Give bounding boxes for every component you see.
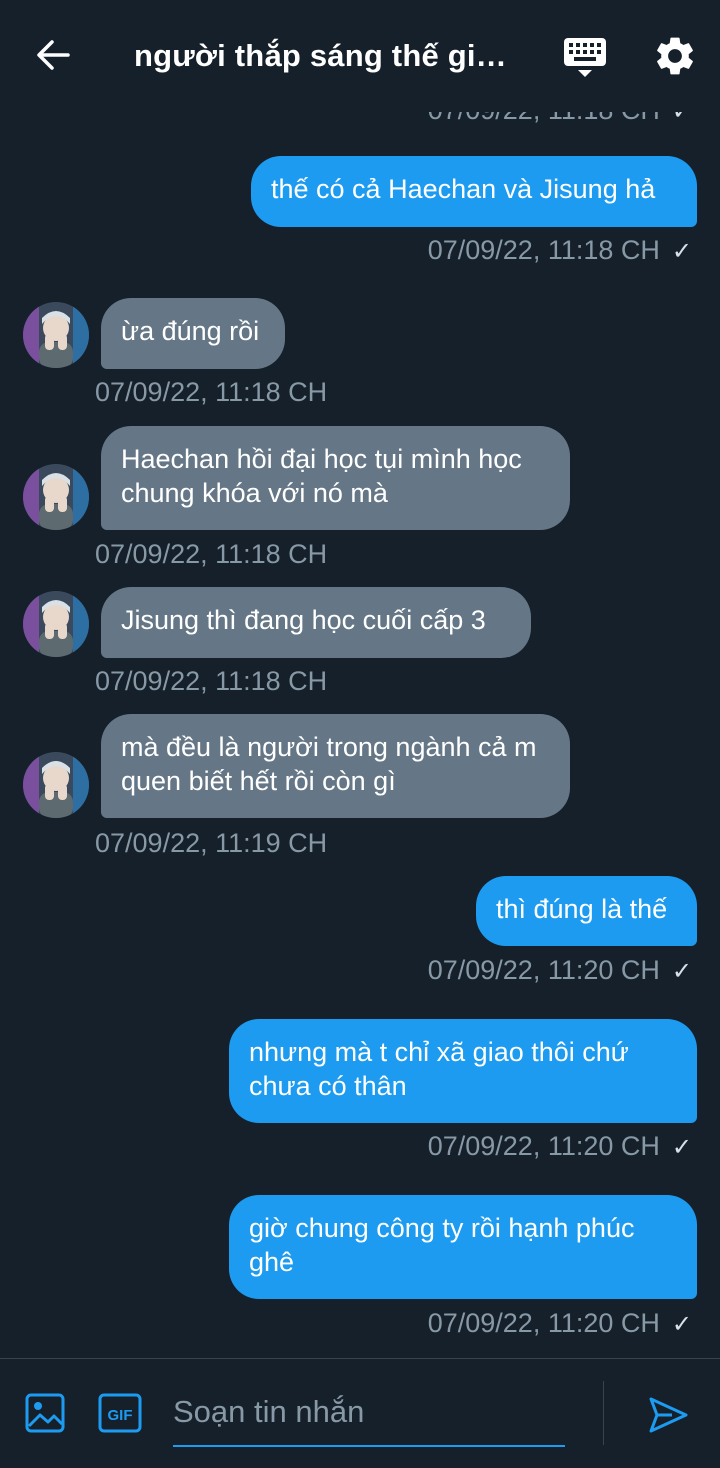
message-timestamp: 07/09/22, 11:18 CH — [95, 377, 328, 407]
sent-message-bubble[interactable]: nhưng mà t chỉ xã giao thôi chứ chưa có … — [229, 1019, 697, 1123]
message-timestamp: 07/09/22, 11:18 CH✓ — [428, 234, 692, 268]
read-check-icon: ✓ — [671, 958, 692, 985]
received-message-bubble[interactable]: Jisung thì đang học cuối cấp 3 — [101, 587, 531, 658]
received-message-bubble[interactable]: Haechan hồi đại học tụi mình học chung k… — [101, 426, 570, 530]
avatar[interactable] — [23, 752, 89, 818]
keyboard-icon[interactable] — [562, 36, 608, 80]
message-composer: GIF — [0, 1358, 720, 1468]
read-check-icon: ✓ — [671, 1134, 692, 1161]
message-timestamp: 07/09/22, 11:18 CH — [95, 666, 328, 696]
message-text: Jisung thì đang học cuối cấp 3 — [121, 605, 486, 635]
message-text: thì đúng là thế — [496, 894, 668, 924]
send-icon[interactable] — [646, 1393, 690, 1437]
message-timestamp: 07/09/22, 11:20 CH ✓ — [428, 954, 692, 988]
conversation-title[interactable]: người thắp sáng thế giớ... — [134, 34, 524, 78]
sent-message-bubble[interactable]: giờ chung công ty rồi hạnh phúc ghê — [229, 1195, 697, 1299]
avatar[interactable] — [23, 302, 89, 368]
message-input[interactable] — [173, 1379, 565, 1447]
message-text: ừa đúng rồi — [121, 316, 260, 346]
gear-icon[interactable] — [652, 33, 698, 79]
received-message-bubble[interactable]: mà đều là người trong ngành cả m quen bi… — [101, 714, 570, 818]
message-timestamp: 07/09/22, 11:20 CH ✓ — [428, 1130, 692, 1164]
message-text: mà đều là người trong ngành cả m quen bi… — [121, 732, 537, 796]
received-message-bubble[interactable]: ừa đúng rồi — [101, 298, 285, 369]
message-text: Haechan hồi đại học tụi mình học chung k… — [121, 444, 522, 508]
image-icon[interactable] — [25, 1393, 65, 1433]
sent-message-bubble[interactable]: thế có cả Haechan và Jisung hả — [251, 156, 697, 227]
message-timestamp: 07/09/22, 11:20 CH ✓ — [428, 1307, 692, 1341]
message-timestamp: 07/09/22, 11:19 CH — [95, 828, 328, 858]
message-text: thế có cả Haechan và Jisung hả — [271, 174, 656, 204]
avatar[interactable] — [23, 464, 89, 530]
message-text: nhưng mà t chỉ xã giao thôi chứ chưa có … — [249, 1037, 629, 1101]
read-check-icon: ✓ — [671, 238, 692, 265]
back-arrow-icon[interactable] — [30, 32, 76, 78]
message-list[interactable]: 07/09/22, 11:18 CH✓ thế có cả Haechan và… — [0, 0, 720, 1358]
read-check-icon: ✓ — [671, 1311, 692, 1338]
message-timestamp: 07/09/22, 11:18 CH — [95, 539, 328, 569]
composer-divider — [603, 1381, 604, 1445]
sent-message-bubble[interactable]: thì đúng là thế — [476, 876, 697, 946]
svg-text:GIF: GIF — [108, 1407, 133, 1424]
gif-icon[interactable]: GIF — [98, 1393, 142, 1433]
conversation-header: người thắp sáng thế giớ... — [0, 0, 720, 112]
message-text: giờ chung công ty rồi hạnh phúc ghê — [249, 1213, 635, 1277]
avatar[interactable] — [23, 591, 89, 657]
